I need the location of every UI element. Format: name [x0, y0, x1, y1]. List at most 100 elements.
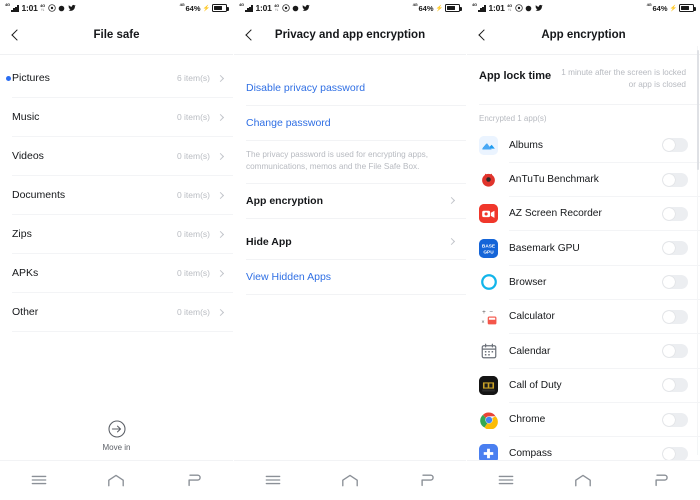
browser-icon: [479, 272, 498, 292]
recents-button[interactable]: [486, 460, 526, 500]
list-item-count: 0 item(s): [176, 151, 210, 161]
divider: [12, 331, 233, 332]
status-bar: 4G 1:01 4G ↑↓ 4G 64% ⚡: [467, 0, 700, 16]
app-name: Call of Duty: [509, 379, 562, 391]
svg-text:×: ×: [481, 320, 484, 326]
list-item[interactable]: APKs 0 item(s): [0, 254, 233, 292]
basemark-gpu-icon: BASE GPU: [479, 238, 498, 258]
app-encryption-label: App encryption: [246, 194, 324, 207]
back-icon: [421, 474, 434, 486]
chevron-right-icon: [216, 113, 225, 121]
app-name: AZ Screen Recorder: [509, 208, 602, 220]
app-list-item[interactable]: + − × Calculator: [467, 300, 700, 333]
chevron-right-icon: [447, 197, 456, 205]
app-encryption-toggle[interactable]: [662, 412, 688, 427]
title-bar: File safe: [0, 16, 233, 54]
app-encryption-toggle[interactable]: [662, 206, 688, 221]
battery-percent-label: 64%: [185, 3, 201, 13]
list-item-count: 0 item(s): [176, 190, 210, 200]
list-item-label: Other: [12, 306, 39, 318]
scrollbar-thumb[interactable]: [696, 50, 699, 170]
home-icon: [108, 474, 125, 486]
app-encryption-toggle[interactable]: [662, 138, 688, 153]
home-button[interactable]: [330, 460, 370, 500]
chevron-right-icon: [216, 308, 225, 316]
change-password-label: Change password: [246, 117, 331, 129]
network-type-label: 4G: [239, 2, 244, 7]
back-nav-button[interactable]: [641, 460, 681, 500]
app-list-item[interactable]: AZ Screen Recorder: [467, 197, 700, 230]
app-encryption-toggle[interactable]: [662, 241, 688, 256]
app-list-item[interactable]: BASE GPU Basemark GPU: [467, 231, 700, 264]
list-item-label: Videos: [12, 150, 44, 162]
status-clock: 1:01: [488, 3, 505, 13]
back-nav-button[interactable]: [174, 460, 214, 500]
list-item[interactable]: Music 0 item(s): [0, 98, 233, 136]
view-hidden-apps-label: View Hidden Apps: [246, 270, 332, 283]
app-list-item[interactable]: Chrome: [467, 403, 700, 436]
twitter-bird-icon: [67, 4, 76, 12]
title-bar: Privacy and app encryption: [234, 16, 466, 54]
app-encryption-toggle[interactable]: [662, 344, 688, 359]
app-encryption-row[interactable]: App encryption: [234, 184, 466, 218]
back-button[interactable]: [234, 16, 268, 54]
signal-bars-icon: [11, 4, 19, 12]
list-item[interactable]: Documents 0 item(s): [0, 176, 233, 214]
app-encryption-toggle[interactable]: [662, 309, 688, 324]
app-encryption-toggle[interactable]: [662, 172, 688, 187]
move-in-arrow-icon: [107, 420, 126, 438]
list-item[interactable]: Pictures 6 item(s): [0, 59, 233, 97]
home-button[interactable]: [563, 460, 603, 500]
change-password-link[interactable]: Change password: [234, 106, 466, 140]
charging-bolt-icon: ⚡: [202, 5, 210, 12]
app-list-item[interactable]: AnTuTu Benchmark: [467, 163, 700, 196]
list-item-label: Pictures: [12, 72, 50, 84]
list-item-label: Zips: [12, 228, 32, 240]
svg-text:−: −: [489, 309, 493, 316]
az-screen-recorder-icon: [479, 204, 498, 224]
back-icon: [188, 474, 201, 486]
app-list-item[interactable]: Calendar: [467, 334, 700, 367]
move-in-button[interactable]: Move in: [0, 419, 233, 452]
back-button[interactable]: [0, 16, 34, 54]
disable-privacy-password-link[interactable]: Disable privacy password: [234, 71, 466, 105]
app-list-item[interactable]: Call of Duty: [467, 369, 700, 402]
list-item-count: 0 item(s): [176, 112, 210, 122]
chevron-right-icon: [216, 230, 225, 238]
file-category-list: Pictures 6 item(s) Music 0 item(s) Video…: [0, 55, 233, 332]
title-bar: App encryption: [467, 16, 700, 54]
chevron-right-icon: [447, 238, 456, 246]
panel-file-safe: 4G 1:01 4G ↑↓ 4G 64% ⚡ File safe Picture…: [0, 0, 233, 500]
battery-percent-label: 64%: [652, 3, 668, 13]
back-button[interactable]: [467, 16, 501, 54]
app-encryption-toggle[interactable]: [662, 378, 688, 393]
app-list-item[interactable]: Browser: [467, 266, 700, 299]
app-name: Compass: [509, 448, 553, 460]
signal-bars-icon: [245, 4, 253, 12]
back-nav-button[interactable]: [407, 460, 447, 500]
calculator-icon: + − ×: [479, 307, 498, 327]
app-lock-time-value: 1 minute after the screen is locked or a…: [561, 68, 686, 90]
page-title: File safe: [93, 29, 140, 41]
battery-icon: [212, 4, 229, 12]
status-bar: 4G 1:01 4G ↑↓ 4G 64% ⚡: [0, 0, 233, 16]
app-list-item[interactable]: Albums: [467, 129, 700, 162]
view-hidden-apps-link[interactable]: View Hidden Apps: [234, 260, 466, 294]
twitter-bird-icon: [534, 4, 543, 12]
recents-button[interactable]: [19, 460, 59, 500]
albums-icon: [479, 135, 498, 155]
navigation-bar: [0, 460, 233, 500]
app-encryption-toggle[interactable]: [662, 446, 688, 461]
list-item[interactable]: Videos 0 item(s): [0, 137, 233, 175]
three-panel-screenshot: 4G 1:01 4G ↑↓ 4G 64% ⚡ File safe Picture…: [0, 0, 700, 500]
home-icon: [342, 474, 358, 486]
app-encryption-toggle[interactable]: [662, 275, 688, 290]
recents-button[interactable]: [253, 460, 293, 500]
home-button[interactable]: [96, 460, 136, 500]
list-item[interactable]: Other 0 item(s): [0, 293, 233, 331]
app-name: Calculator: [509, 311, 555, 323]
battery-percent-label: 64%: [418, 3, 434, 13]
hide-app-row[interactable]: Hide App: [234, 225, 466, 259]
list-item[interactable]: Zips 0 item(s): [0, 215, 233, 253]
app-lock-time-row[interactable]: App lock time 1 minute after the screen …: [467, 55, 700, 104]
